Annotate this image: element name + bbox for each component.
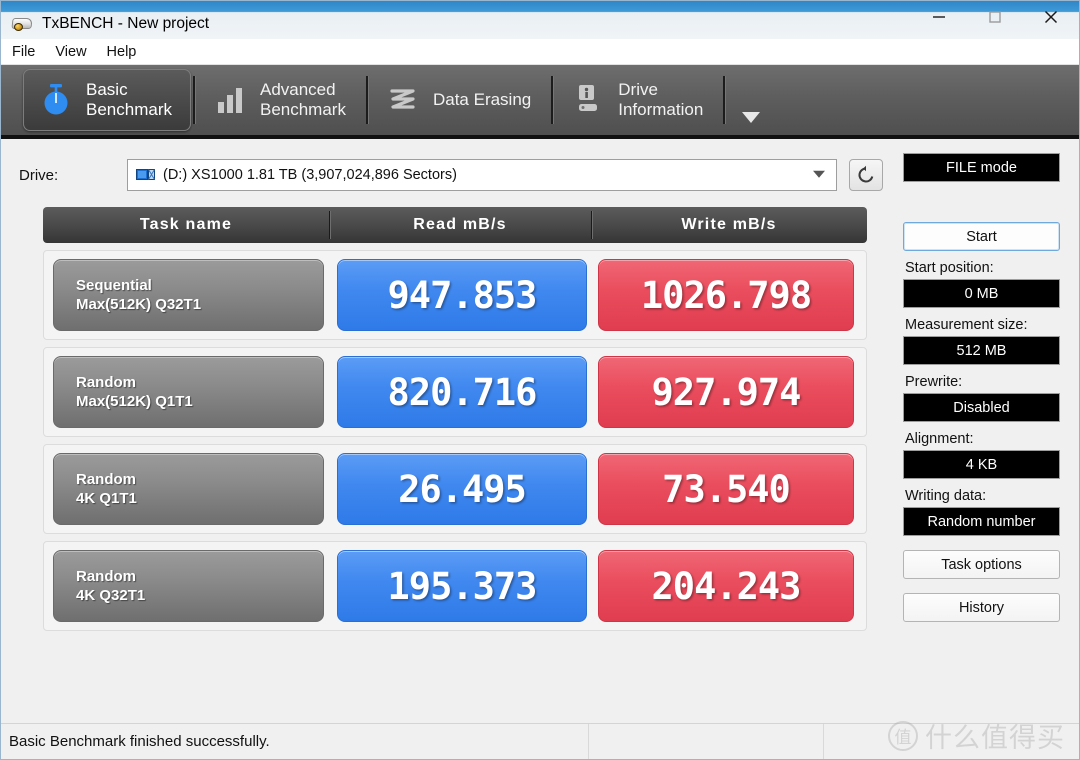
task-button[interactable]: Random 4K Q32T1	[53, 550, 324, 622]
menu-item-view[interactable]: View	[55, 42, 97, 62]
app-icon	[11, 15, 33, 33]
read-value: 195.373	[337, 550, 587, 622]
column-header-read: Read mB/s	[329, 207, 591, 243]
drive-selected-value: (D:) XS1000 1.81 TB (3,907,024,896 Secto…	[163, 167, 457, 183]
task-button[interactable]: Random 4K Q1T1	[53, 453, 324, 525]
task-button[interactable]: Sequential Max(512K) Q32T1	[53, 259, 324, 331]
read-value: 820.716	[337, 356, 587, 428]
tab-label-basic-benchmark: Basic Benchmark	[86, 80, 172, 119]
tab-data-erasing[interactable]: Data Erasing	[371, 69, 549, 131]
tab-label-drive-information: Drive Information	[618, 80, 704, 119]
prewrite-label: Prewrite:	[905, 374, 963, 390]
tab-strip: Basic Benchmark Advanced Benchmark Data …	[1, 65, 1079, 139]
close-button[interactable]	[1023, 1, 1079, 33]
status-segment-2	[589, 723, 824, 759]
start-button[interactable]: Start	[903, 222, 1060, 251]
menu-bar: File View Help	[1, 39, 1079, 65]
window-title: TxBENCH - New project	[42, 15, 210, 32]
task-name-line1: Random	[76, 374, 136, 391]
column-header-write: Write mB/s	[591, 207, 867, 243]
table-row: Random 4K Q32T1 195.373 204.243	[43, 541, 867, 631]
removable-drive-icon	[136, 168, 156, 183]
read-value: 947.853	[337, 259, 587, 331]
alignment-label: Alignment:	[905, 431, 974, 447]
task-button[interactable]: Random Max(512K) Q1T1	[53, 356, 324, 428]
write-value: 204.243	[598, 550, 854, 622]
read-value: 26.495	[337, 453, 587, 525]
write-value: 927.974	[598, 356, 854, 428]
task-options-button[interactable]: Task options	[903, 550, 1060, 579]
tab-divider	[551, 76, 555, 124]
table-header-row: Task name Read mB/s Write mB/s	[43, 207, 867, 243]
tab-drive-information[interactable]: Drive Information	[556, 69, 721, 131]
window-controls	[911, 1, 1079, 33]
tab-label-data-erasing: Data Erasing	[432, 90, 532, 109]
drive-label: Drive:	[19, 166, 59, 184]
start-position-label: Start position:	[905, 260, 994, 276]
refresh-drives-button[interactable]	[849, 159, 883, 191]
task-name-line1: Random	[76, 471, 136, 488]
file-mode-button[interactable]: FILE mode	[903, 153, 1060, 182]
table-row: Sequential Max(512K) Q32T1 947.853 1026.…	[43, 250, 867, 340]
task-name-line2: 4K Q1T1	[76, 490, 137, 507]
writing-data-label: Writing data:	[905, 488, 987, 504]
task-name-line1: Random	[76, 568, 136, 585]
table-row: Random Max(512K) Q1T1 820.716 927.974	[43, 347, 867, 437]
task-name-line2: 4K Q32T1	[76, 587, 146, 604]
tab-divider	[192, 76, 196, 124]
status-bar: Basic Benchmark finished successfully.	[1, 723, 1079, 760]
chevron-down-icon	[742, 112, 761, 123]
measurement-size-label: Measurement size:	[905, 317, 1028, 333]
options-sidebar: FILE mode Start Start position: 0 MB Mea…	[903, 153, 1073, 622]
menu-item-file[interactable]: File	[12, 42, 46, 62]
write-value: 1026.798	[598, 259, 854, 331]
tab-advanced-benchmark[interactable]: Advanced Benchmark	[198, 69, 364, 131]
tab-overflow-button[interactable]	[728, 69, 774, 131]
refresh-icon	[858, 165, 874, 183]
title-bar: TxBENCH - New project	[1, 1, 1079, 39]
writing-data-value[interactable]: Random number	[903, 507, 1060, 536]
drive-combobox[interactable]: (D:) XS1000 1.81 TB (3,907,024,896 Secto…	[127, 159, 837, 191]
column-header-task-name: Task name	[139, 216, 233, 233]
minimize-button[interactable]	[911, 1, 967, 33]
tab-divider	[723, 76, 727, 124]
maximize-button[interactable]	[967, 1, 1023, 33]
table-row: Random 4K Q1T1 26.495 73.540	[43, 444, 867, 534]
alignment-value[interactable]: 4 KB	[903, 450, 1060, 479]
chevron-down-icon	[813, 170, 825, 178]
tab-label-advanced-benchmark: Advanced Benchmark	[259, 80, 346, 119]
tab-divider	[365, 76, 369, 124]
task-name-line1: Sequential	[76, 277, 152, 294]
prewrite-value[interactable]: Disabled	[903, 393, 1060, 422]
status-message: Basic Benchmark finished successfully.	[1, 723, 589, 759]
txbench-window: TxBENCH - New project File View Help Bas…	[0, 0, 1080, 760]
tab-basic-benchmark[interactable]: Basic Benchmark	[23, 69, 191, 131]
erase-scribble-icon	[385, 81, 421, 119]
start-position-value[interactable]: 0 MB	[903, 279, 1060, 308]
menu-item-help[interactable]: Help	[107, 42, 148, 62]
benchmark-results-table: Task name Read mB/s Write mB/s Sequentia…	[43, 207, 867, 631]
status-segment-3	[824, 724, 1079, 760]
drive-info-icon	[570, 81, 606, 119]
stopwatch-icon	[38, 81, 74, 119]
history-button[interactable]: History	[903, 593, 1060, 622]
bar-chart-icon	[212, 81, 248, 119]
task-name-line2: Max(512K) Q32T1	[76, 296, 202, 313]
task-name-line2: Max(512K) Q1T1	[76, 393, 193, 410]
measurement-size-value[interactable]: 512 MB	[903, 336, 1060, 365]
content-area: Drive: (D:) XS1000 1.81 TB (3,907,024,89…	[1, 139, 1079, 699]
write-value: 73.540	[598, 453, 854, 525]
